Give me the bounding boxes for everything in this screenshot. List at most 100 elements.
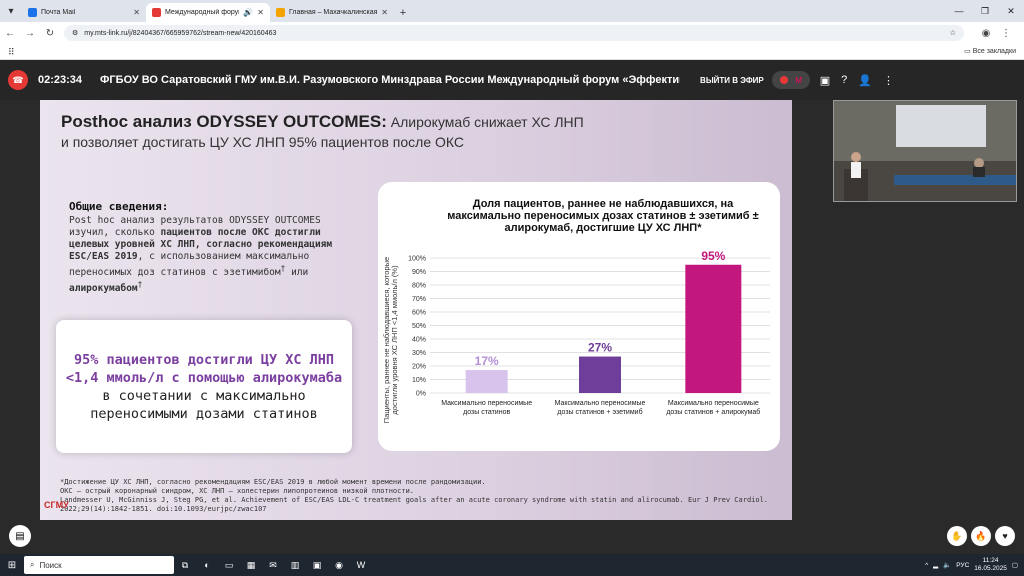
task-view-icon[interactable]: ⧉	[174, 555, 196, 575]
language-indicator[interactable]: РУС	[956, 562, 969, 569]
y-tick-label: 30%	[412, 350, 426, 357]
stream-timer: 02:23:34	[38, 74, 83, 86]
tab-search-icon[interactable]: ▾	[0, 0, 22, 22]
profile-icon[interactable]: ◉	[976, 28, 996, 39]
y-tick-label: 50%	[412, 323, 426, 330]
footnote-mark: †	[137, 280, 143, 290]
user-icon[interactable]: 👤	[858, 74, 872, 87]
chart-card: Доля пациентов, раннее не наблюдавшихся,…	[378, 182, 780, 451]
y-tick-label: 60%	[412, 310, 426, 317]
data-label: 95%	[701, 249, 725, 263]
general-info: Общие сведения: Post hoc анализ результа…	[69, 201, 361, 295]
taskbar-search[interactable]: ⌕ Поиск	[24, 556, 174, 574]
clock[interactable]: 11:24 16.05.2025	[974, 557, 1007, 573]
apps-icon[interactable]: ⠿	[8, 47, 15, 58]
record-dot-icon	[779, 76, 788, 84]
url-field[interactable]: ⚙ my.mts-link.ru/j/82404367/665959762/st…	[64, 25, 964, 41]
search-placeholder: Поиск	[39, 560, 62, 570]
reactions-icon[interactable]: ♥	[995, 526, 1015, 546]
university-logo: СГМУ	[44, 500, 69, 510]
webinar-page: ☎ 02:23:34 ФГБОУ ВО Саратовский ГМУ им.В…	[0, 60, 1024, 554]
url-text: my.mts-link.ru/j/82404367/665959762/stre…	[84, 29, 277, 37]
site-info-icon[interactable]: ⚙	[72, 29, 78, 37]
speaker-icon[interactable]: 🔊	[243, 8, 253, 17]
chat-icon[interactable]: ▣	[820, 74, 830, 87]
x-tick-label: Максимально переносимые дозы статинов + э…	[555, 400, 646, 416]
presentation-slide: Posthoc анализ ODYSSEY OUTCOMES: Алироку…	[40, 100, 792, 520]
word-icon[interactable]: W	[350, 555, 372, 575]
leave-call-icon[interactable]: ☎	[8, 70, 28, 90]
footnote-1: *Достижение ЦУ ХС ЛНП, согласно рекоменд…	[60, 478, 486, 486]
bar-chart: 0% 10% 20% 30% 40% 50% 60% 70% 80% 90% 100% 17% Макс…	[408, 249, 770, 416]
volume-icon[interactable]: 🔈	[943, 561, 951, 569]
fire-reaction-icon[interactable]: 🔥	[971, 526, 991, 546]
key-result-callout: 95% пациентов достигли ЦУ ХС ЛНП <1,4 мм…	[56, 320, 352, 453]
explorer-icon[interactable]: ▭	[218, 555, 240, 575]
menu-icon[interactable]: ⋮	[996, 28, 1016, 39]
close-icon[interactable]: ✕	[133, 8, 140, 17]
chrome-icon[interactable]: ◉	[328, 555, 350, 575]
mail-app-icon[interactable]: ✉	[262, 555, 284, 575]
y-tick-label: 70%	[412, 296, 426, 303]
clock-date: 16.05.2025	[974, 565, 1007, 572]
bookmark-star-icon[interactable]: ☆	[950, 29, 956, 37]
help-icon[interactable]: ?	[841, 74, 847, 87]
callout-highlight: 95% пациентов достигли ЦУ ХС ЛНП <1,4 мм…	[65, 351, 343, 386]
forward-icon[interactable]: →	[20, 28, 40, 39]
back-icon[interactable]: ←	[0, 28, 20, 39]
calculator-icon[interactable]: ▥	[284, 555, 306, 575]
video-frame-image	[834, 101, 1016, 201]
window-controls: — ❐ ✕	[946, 0, 1024, 22]
general-info-bold: алирокумабом	[69, 283, 138, 295]
data-label: 27%	[588, 341, 612, 355]
more-icon[interactable]: ⋮	[883, 74, 894, 87]
slide-title: Posthoc анализ ODYSSEY OUTCOMES: Алироку…	[61, 112, 584, 152]
tab-forum[interactable]: Международный форум « 🔊 ✕	[146, 3, 270, 22]
slide-title-line2: и позволяет достигать ЦУ ХС ЛНП 95% паци…	[61, 134, 465, 150]
raise-hand-icon[interactable]: ✋	[947, 526, 967, 546]
all-bookmarks[interactable]: ▭ Все закладки	[964, 47, 1016, 55]
windows-start-icon[interactable]: ⊞	[0, 560, 24, 571]
tab-title: Международный форум «	[165, 9, 239, 16]
store-icon[interactable]: ▦	[240, 555, 262, 575]
edge-icon[interactable]: ◐	[196, 555, 218, 575]
go-live-button[interactable]: ВЫЙТИ В ЭФИР	[700, 76, 764, 85]
bar	[465, 370, 508, 393]
browser-tab-bar: ▾ Почта Mail ✕ Международный форум « 🔊 ✕…	[0, 0, 1024, 22]
callout-text: в сочетании с максимально переносимыми д…	[90, 387, 318, 422]
slide-title-rest: Алирокумаб снижает ХС ЛНП	[386, 114, 584, 130]
y-tick-label: 90%	[412, 269, 426, 276]
close-window-icon[interactable]: ✕	[998, 0, 1024, 22]
taskbar: ⊞ ⌕ Поиск ⧉ ◐ ▭ ▦ ✉ ▥ ▣ ◉ W ^ ▂ 🔈 РУС 11…	[0, 554, 1024, 576]
close-icon[interactable]: ✕	[257, 8, 264, 17]
mail-icon	[28, 8, 37, 17]
slide-title-bold: Posthoc анализ ODYSSEY OUTCOMES:	[61, 112, 387, 131]
general-info-text: или	[285, 267, 309, 279]
mts-link-icon	[152, 8, 161, 17]
reload-icon[interactable]: ↻	[40, 28, 60, 39]
recording-label: M	[795, 75, 802, 85]
y-tick-label: 10%	[412, 377, 426, 384]
app-icon[interactable]: ▣	[306, 555, 328, 575]
network-icon[interactable]: ▂	[933, 561, 938, 569]
tab-main[interactable]: Главная – Махачкалинская к... ✕	[270, 3, 394, 22]
notifications-icon[interactable]: ▢	[1012, 561, 1018, 569]
close-icon[interactable]: ✕	[381, 8, 388, 17]
y-tick-label: 100%	[408, 256, 426, 263]
footnote-3: Landmesser U, McGinniss J, Steg PG, et a…	[60, 496, 769, 513]
clock-time: 11:24	[982, 557, 999, 564]
tab-mail[interactable]: Почта Mail ✕	[22, 3, 146, 22]
bookmarks-bar: ⠿ ▭ Все закладки	[0, 44, 1024, 60]
new-tab-button[interactable]: +	[394, 3, 412, 22]
x-tick-label: Максимально переносимые дозы статинов	[441, 400, 532, 416]
minimize-icon[interactable]: —	[946, 0, 972, 22]
address-bar: ← → ↻ ⚙ my.mts-link.ru/j/82404367/665959…	[0, 22, 1024, 44]
search-icon: ⌕	[30, 560, 35, 569]
restore-icon[interactable]: ❐	[972, 0, 998, 22]
crest-icon	[276, 8, 285, 17]
chat-toggle-icon[interactable]: ▤	[9, 525, 31, 547]
tray-chevron-icon[interactable]: ^	[925, 562, 928, 569]
recording-toggle[interactable]: M	[771, 71, 810, 89]
speaker-video[interactable]	[833, 100, 1017, 202]
y-tick-label: 40%	[412, 337, 426, 344]
